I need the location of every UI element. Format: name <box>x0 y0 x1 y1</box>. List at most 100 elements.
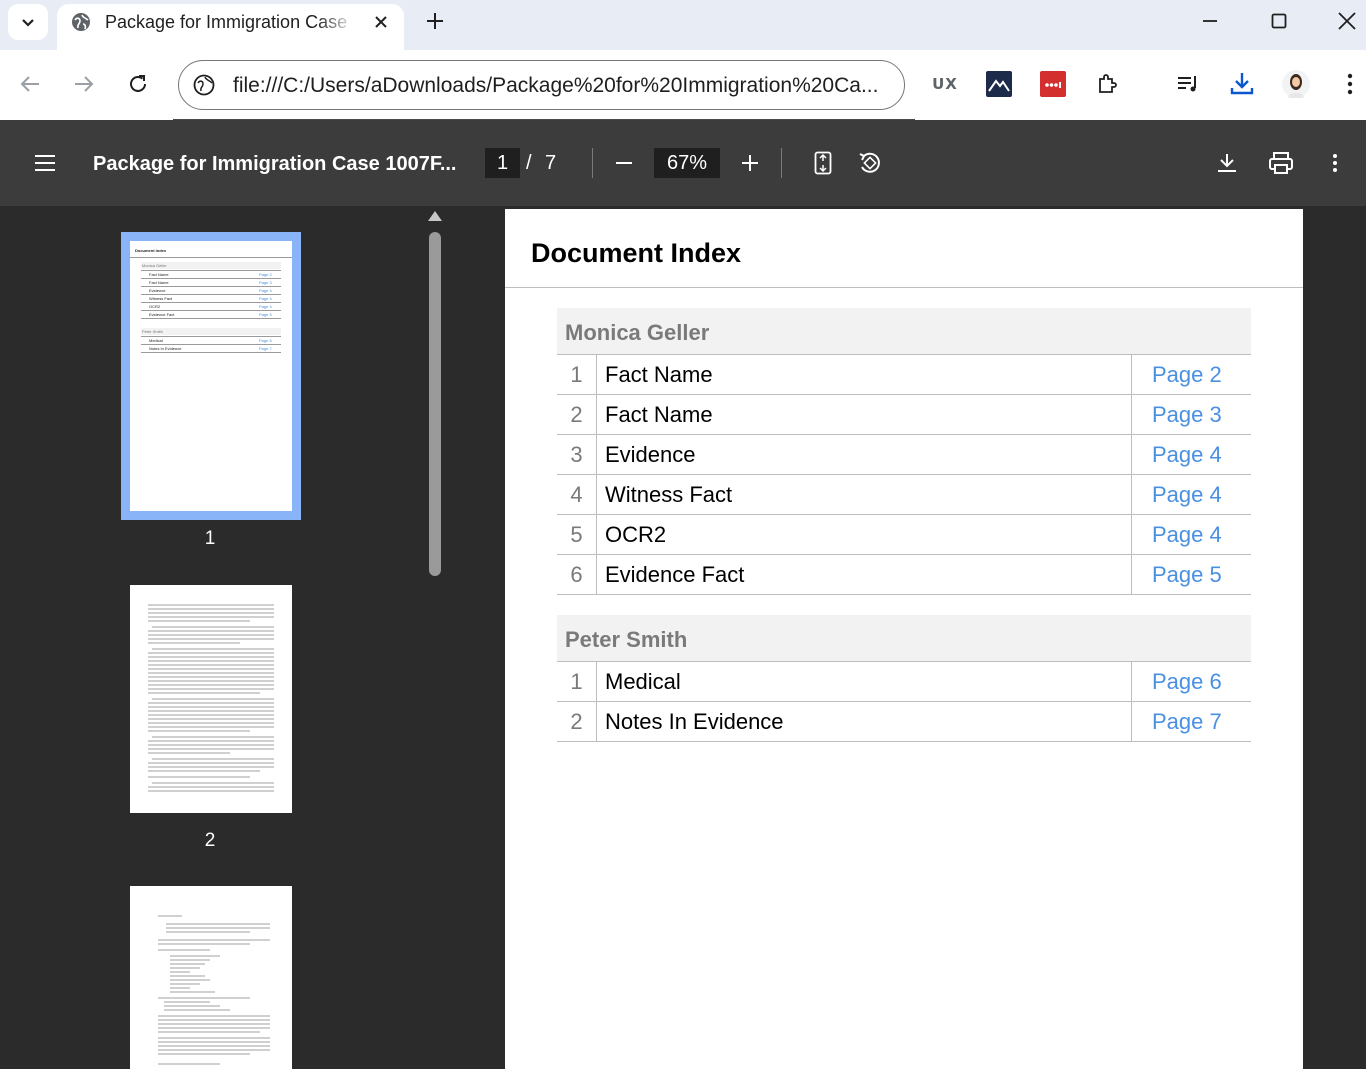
table-row: 2 Notes In Evidence Page 7 <box>557 701 1251 742</box>
row-number: 1 <box>557 355 597 394</box>
tab-close-button[interactable] <box>369 10 393 34</box>
page-link[interactable]: Page 6 <box>1131 662 1251 701</box>
close-icon <box>375 16 387 28</box>
url-text[interactable]: file:///C:/Users/aDownloads/Package%20fo… <box>233 73 883 99</box>
pdf-document-title: Package for Immigration Case 1007F... <box>93 153 457 175</box>
back-button[interactable] <box>12 66 48 102</box>
mini-row: Medical <box>149 338 163 343</box>
plus-icon <box>427 13 443 29</box>
page-link[interactable]: Page 4 <box>1131 475 1251 514</box>
table-row: 1 Medical Page 6 <box>557 661 1251 701</box>
page-total: 7 <box>545 152 557 174</box>
browser-toolbar: file:///C:/Users/aDownloads/Package%20fo… <box>0 50 1366 120</box>
row-number: 4 <box>557 475 597 514</box>
forward-button[interactable] <box>66 66 102 102</box>
zoom-in-button[interactable] <box>730 143 770 183</box>
maximize-button[interactable] <box>1250 0 1308 42</box>
mini-rule <box>141 286 281 287</box>
page-link[interactable]: Page 5 <box>1131 555 1251 594</box>
window-close-button[interactable] <box>1318 0 1366 42</box>
section-name: Peter Smith <box>565 627 688 652</box>
page-link[interactable]: Page 7 <box>1131 702 1251 741</box>
thumbnail-page-3[interactable] <box>130 886 292 1069</box>
table-row: 5 OCR2 Page 4 <box>557 514 1251 554</box>
page-link[interactable]: Page 3 <box>1131 395 1251 434</box>
mountain-extension-button[interactable] <box>985 70 1013 98</box>
page-link[interactable]: Page 4 <box>1131 435 1251 474</box>
browser-menu-button[interactable] <box>1336 70 1364 98</box>
pdf-more-button[interactable] <box>1315 143 1355 183</box>
rotate-button[interactable] <box>850 143 890 183</box>
print-button[interactable] <box>1261 143 1301 183</box>
row-number: 2 <box>557 702 597 741</box>
downloads-button[interactable] <box>1228 70 1256 98</box>
minimize-icon <box>1203 20 1217 22</box>
section-name: Monica Geller <box>565 320 710 345</box>
reload-button[interactable] <box>120 66 156 102</box>
profile-button[interactable] <box>1282 70 1310 98</box>
pdf-toolbar: Package for Immigration Case 1007F... 1 … <box>0 120 1366 206</box>
scrollbar-thumb[interactable] <box>429 232 441 576</box>
title-divider <box>505 287 1303 288</box>
thumbnail-page-1[interactable]: Document Index Monica Geller Fact Name P… <box>130 241 292 511</box>
mini-rule <box>141 310 281 311</box>
toolbar-divider <box>781 148 782 178</box>
media-controls-button[interactable] <box>1174 70 1202 98</box>
thumbnail-sidebar: Document Index Monica Geller Fact Name P… <box>0 206 424 1069</box>
password-extension-icon <box>1040 71 1066 97</box>
tab-search-icon <box>22 19 34 27</box>
page-link[interactable]: Page 2 <box>1131 355 1251 394</box>
zoom-out-button[interactable] <box>604 143 644 183</box>
pdf-download-button[interactable] <box>1207 143 1247 183</box>
scroll-up-arrow[interactable] <box>428 211 442 221</box>
extension-icon <box>1099 74 1117 93</box>
mini-row: Witness Fact <box>149 296 173 301</box>
minimize-button[interactable] <box>1181 0 1239 42</box>
zoom-out-icon <box>616 162 632 164</box>
table-row: 3 Evidence Page 4 <box>557 434 1251 474</box>
page-text-preview <box>148 604 274 792</box>
password-extension-button[interactable] <box>1039 70 1067 98</box>
row-title: OCR2 <box>605 522 667 547</box>
site-info-icon[interactable] <box>193 74 215 96</box>
mini-row-link: Page 7 <box>259 346 272 351</box>
row-number: 5 <box>557 515 597 554</box>
page-link[interactable]: Page 4 <box>1131 515 1251 554</box>
hamburger-menu-icon <box>35 155 55 171</box>
page-number-input[interactable]: 1 <box>485 148 520 178</box>
pdf-page-1: Document Index Monica Geller 1 Fact Name… <box>505 209 1303 1069</box>
new-tab-button[interactable] <box>420 6 450 36</box>
mini-row: Notes In Evidence <box>149 346 182 351</box>
mini-row-link: Page 4 <box>259 288 272 293</box>
toolbar-divider <box>592 148 593 178</box>
sidebar-toggle-button[interactable] <box>25 143 65 183</box>
zoom-level-input[interactable]: 67% <box>654 148 720 178</box>
section-header: Peter Smith <box>557 615 1251 661</box>
section-header: Monica Geller <box>557 308 1251 354</box>
mini-row-link: Page 3 <box>259 280 272 285</box>
window-close-icon <box>1338 12 1356 30</box>
row-title: Witness Fact <box>605 482 733 507</box>
tab-search-button[interactable] <box>8 4 48 40</box>
fit-page-button[interactable] <box>803 143 843 183</box>
print-icon <box>1269 152 1293 174</box>
mini-row: Evidence <box>149 288 166 293</box>
ux-extension-label: UX <box>932 75 958 93</box>
mini-rule <box>141 278 281 279</box>
extensions-button[interactable] <box>1094 70 1122 98</box>
thumbnail-page-2[interactable] <box>130 585 292 813</box>
back-icon <box>20 76 39 92</box>
kebab-menu-icon <box>1347 73 1353 95</box>
ux-extension-button[interactable]: UX <box>931 70 959 98</box>
row-number: 1 <box>557 662 597 701</box>
row-number: 6 <box>557 555 597 594</box>
mini-section-2: Peter Smith <box>142 329 163 334</box>
active-tab[interactable]: Package for Immigration Case 1007F <box>57 4 404 50</box>
mini-rule <box>141 302 281 303</box>
address-bar[interactable]: file:///C:/Users/aDownloads/Package%20fo… <box>178 60 905 110</box>
viewer-right-edge <box>1360 206 1366 1069</box>
mini-row: Fact Name <box>149 272 169 277</box>
media-icon <box>1178 76 1196 92</box>
document-title: Document Index <box>531 238 742 268</box>
mini-divider <box>130 257 292 258</box>
